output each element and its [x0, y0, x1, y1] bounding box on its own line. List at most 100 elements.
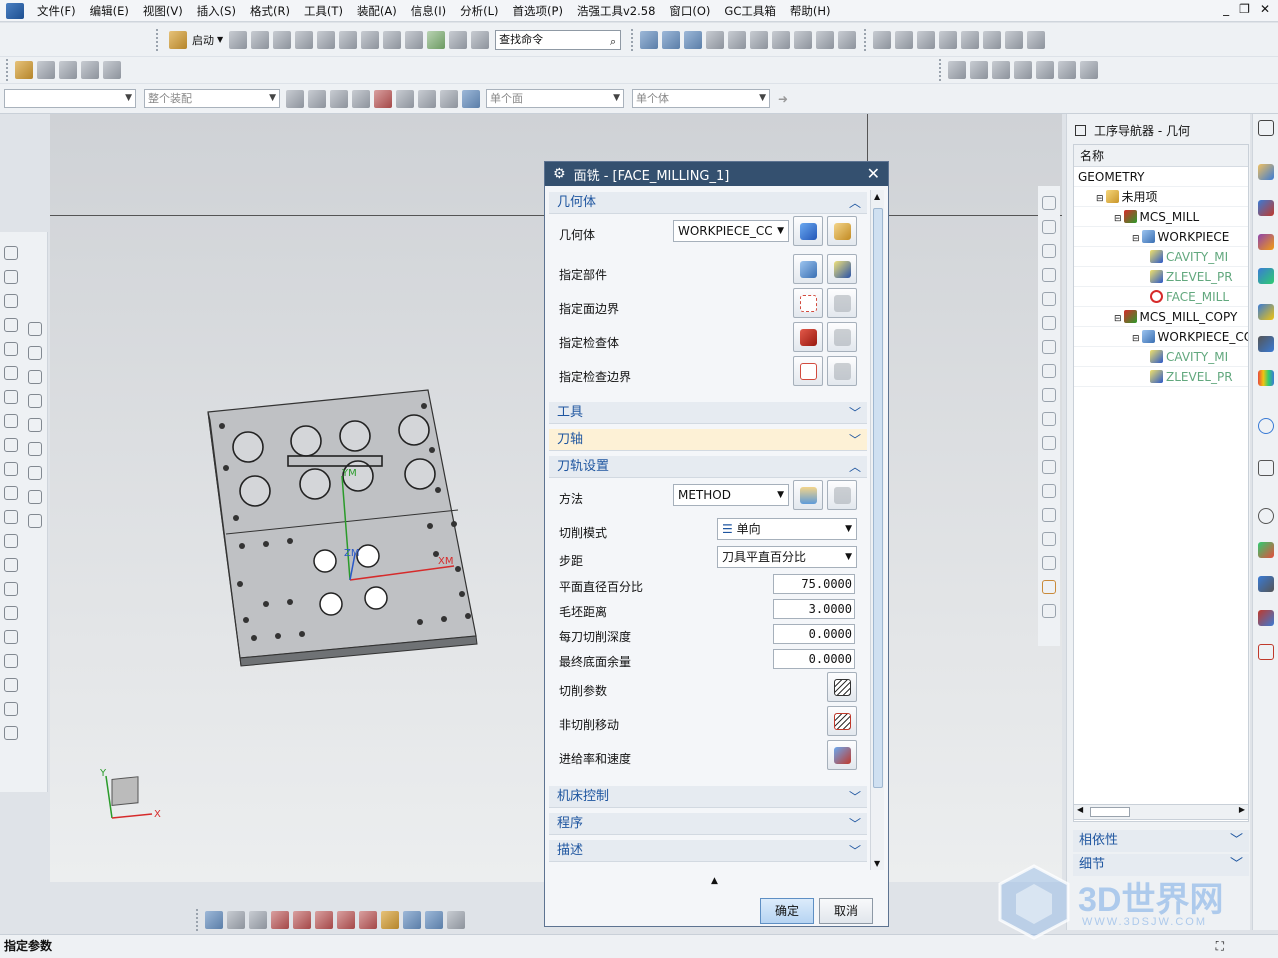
arrow-right-icon[interactable]: ➜	[778, 92, 788, 106]
postprocess-icon[interactable]	[1058, 61, 1076, 79]
create-geometry-icon[interactable]	[59, 61, 77, 79]
chevron-down-icon[interactable]: ﹀	[849, 429, 861, 451]
dialog-title-bar[interactable]: ⚙ 面铣 - [FACE_MILLING_1] ✕	[545, 162, 888, 186]
close-icon[interactable]: ✕	[867, 164, 880, 183]
spline-icon[interactable]	[4, 342, 18, 356]
menu-view[interactable]: 视图(V)	[136, 1, 190, 21]
extrude-icon[interactable]	[28, 322, 42, 336]
verify-toolpath-icon[interactable]	[1014, 61, 1032, 79]
assembly-scope-combo[interactable]: 整个装配 ▼	[144, 89, 280, 108]
select-features-icon[interactable]	[330, 89, 348, 108]
dialog-scrollbar[interactable]: ▲ ▼	[870, 190, 884, 870]
select-face-icon[interactable]	[440, 89, 458, 108]
toolbar-grip[interactable]	[6, 59, 9, 81]
close-window-icon[interactable]: ✕	[1260, 2, 1270, 16]
circle-icon[interactable]	[4, 294, 18, 308]
navigator-tree[interactable]: 名称 GEOMETRY ⊟ 未用项 ⊟ MCS_MILL ⊟ WORKPIECE CAVITY…	[1073, 144, 1249, 822]
bridge-curve-icon[interactable]	[4, 534, 18, 548]
project-curve-icon[interactable]	[4, 558, 18, 572]
navigator-hscrollbar[interactable]: ◀ ▶	[1073, 804, 1249, 820]
manufacturing-wizard-icon[interactable]	[1258, 610, 1274, 626]
tree-row[interactable]: ⊟ WORKPIECE_CO	[1074, 327, 1248, 347]
simulate-icon[interactable]	[1036, 61, 1054, 79]
scroll-right-icon[interactable]: ▶	[1239, 805, 1245, 814]
feeds-speeds-button[interactable]	[827, 740, 857, 770]
section-machine-control[interactable]: 机床控制 ﹀	[549, 786, 867, 808]
sweep-icon[interactable]	[28, 370, 42, 384]
hd3d-tools-icon[interactable]	[1258, 370, 1274, 386]
feature-icon[interactable]	[1042, 340, 1056, 354]
final-floor-stock-input[interactable]: 0.0000	[773, 649, 855, 669]
restore-icon[interactable]: ❐	[1239, 2, 1250, 16]
point-icon[interactable]	[4, 318, 18, 332]
system-materials-icon[interactable]	[1258, 542, 1274, 558]
display-check-boundary-button[interactable]	[827, 356, 857, 386]
section-tool-axis[interactable]: 刀轴 ﹀	[549, 429, 867, 451]
tree-row[interactable]: CAVITY_MI	[1074, 247, 1248, 267]
view-front-icon[interactable]	[895, 30, 914, 49]
roles-icon[interactable]	[1258, 644, 1274, 660]
wcs-dynamic-icon[interactable]	[315, 911, 333, 929]
feature-icon[interactable]	[1042, 268, 1056, 282]
shop-doc-icon[interactable]	[1080, 61, 1098, 79]
toolbar-grip[interactable]	[631, 28, 634, 51]
toolbar-grip[interactable]	[156, 28, 159, 51]
join-curve-icon[interactable]	[4, 726, 18, 740]
view-top-icon[interactable]	[873, 30, 892, 49]
paste-icon[interactable]	[339, 30, 358, 49]
update-icon[interactable]	[427, 30, 446, 49]
text-icon[interactable]	[4, 510, 18, 524]
history-icon[interactable]	[1258, 460, 1274, 476]
feature-icon[interactable]	[1042, 532, 1056, 546]
wcs-rotate-icon[interactable]	[337, 911, 355, 929]
flat-diameter-input[interactable]: 75.0000	[773, 574, 855, 594]
window-icon[interactable]	[471, 30, 490, 49]
new-method-button[interactable]	[793, 480, 823, 510]
type-filter-combo[interactable]: ▼	[4, 89, 136, 108]
feature-icon[interactable]	[1042, 580, 1056, 594]
feature-icon[interactable]	[1042, 508, 1056, 522]
selection-icon[interactable]	[449, 30, 468, 49]
collapse-dialog-icon[interactable]: ▲	[711, 876, 718, 886]
menu-help[interactable]: 帮助(H)	[783, 1, 838, 21]
menu-insert[interactable]: 插入(S)	[190, 1, 243, 21]
face-rule-combo[interactable]: 单个面 ▼	[486, 89, 624, 108]
tree-row[interactable]: ⊟ MCS_MILL	[1074, 207, 1248, 227]
view-trimetric-icon[interactable]	[983, 30, 1002, 49]
geometry-dropdown[interactable]: WORKPIECE_CC ▼	[673, 220, 789, 242]
zoom-view-icon[interactable]	[816, 30, 835, 49]
feature-icon[interactable]	[1042, 364, 1056, 378]
non-cutting-moves-button[interactable]	[827, 706, 857, 736]
fit-view-icon[interactable]	[750, 30, 769, 49]
toolbar-grip[interactable]	[864, 28, 867, 51]
operation-navigator-icon[interactable]	[1258, 268, 1274, 284]
tree-row[interactable]: ⊟ WORKPIECE	[1074, 227, 1248, 247]
view-back-icon[interactable]	[1005, 30, 1024, 49]
stepover-dropdown[interactable]: 刀具平直百分比 ▼	[717, 546, 857, 568]
gear-icon[interactable]: ⚙	[553, 166, 566, 182]
chevron-down-icon[interactable]: ﹀	[1230, 830, 1243, 852]
tree-row[interactable]: GEOMETRY	[1074, 167, 1248, 187]
helix-icon[interactable]	[4, 462, 18, 476]
start-button[interactable]: 启动 ▼	[163, 30, 227, 49]
scroll-down-icon[interactable]: ▼	[874, 859, 880, 868]
tree-row[interactable]: ⊟ MCS_MILL_COPY	[1074, 307, 1248, 327]
chamfer-icon[interactable]	[28, 418, 42, 432]
scroll-left-icon[interactable]: ◀	[1077, 805, 1083, 814]
settings-gear-icon[interactable]	[1258, 120, 1274, 136]
scroll-up-icon[interactable]: ▲	[874, 192, 880, 201]
menu-format[interactable]: 格式(R)	[243, 1, 297, 21]
tree-toggle-icon[interactable]: ⊟	[1132, 334, 1140, 344]
blank-distance-input[interactable]: 3.0000	[773, 599, 855, 619]
tree-toggle-icon[interactable]: ⊟	[1114, 214, 1122, 224]
edit-method-button[interactable]	[827, 480, 857, 510]
section-tool[interactable]: 工具 ﹀	[549, 402, 867, 424]
blend-icon[interactable]	[28, 394, 42, 408]
ok-button[interactable]: 确定	[760, 898, 814, 924]
menu-tools[interactable]: 工具(T)	[297, 1, 350, 21]
section-geometry[interactable]: 几何体 ︿	[549, 192, 867, 214]
revolve-icon[interactable]	[28, 346, 42, 360]
replay-toolpath-icon[interactable]	[970, 61, 988, 79]
column-header-name[interactable]: 名称	[1074, 145, 1248, 167]
machine-tool-navigator-icon[interactable]	[1258, 304, 1274, 320]
